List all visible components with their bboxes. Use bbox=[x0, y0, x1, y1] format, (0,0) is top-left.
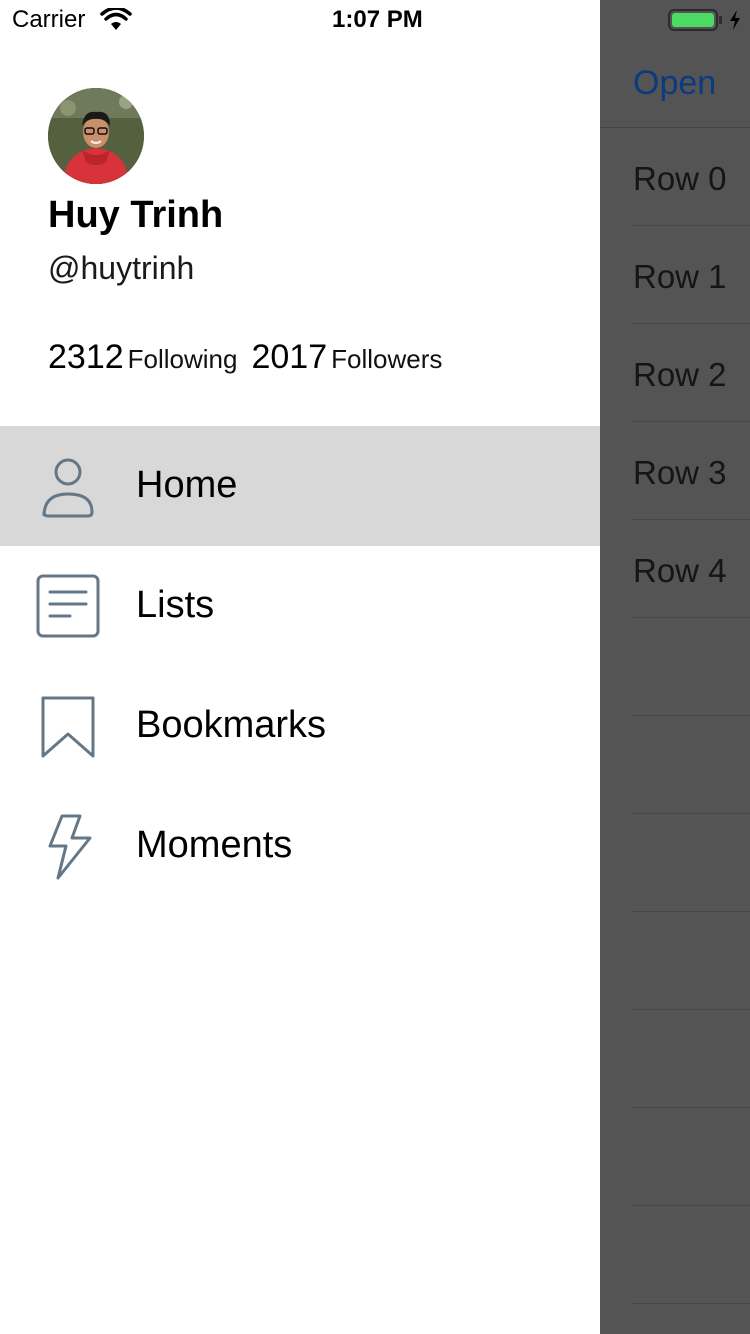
followers-label[interactable]: Followers bbox=[331, 344, 442, 374]
menu-item-label: Bookmarks bbox=[136, 704, 327, 746]
background-screen[interactable]: Open Row 0 Row 1 Row 2 Row 3 Row 4 bbox=[600, 0, 750, 1334]
table-row[interactable]: Row 0 bbox=[632, 128, 750, 226]
background-nav-bar: Open bbox=[600, 40, 750, 128]
menu-item-home[interactable]: Home bbox=[0, 426, 600, 546]
table-row[interactable] bbox=[632, 1206, 750, 1304]
side-drawer: Huy Trinh @huytrinh 2312 Following 2017 Fol… bbox=[0, 0, 600, 1334]
list-icon bbox=[34, 572, 102, 640]
bookmark-icon bbox=[34, 692, 102, 760]
status-bar: Carrier 1:07 PM bbox=[0, 0, 750, 40]
table-row-label: Row 2 bbox=[633, 356, 727, 393]
table-row[interactable] bbox=[632, 716, 750, 814]
table-row[interactable] bbox=[632, 618, 750, 716]
menu-item-moments[interactable]: Moments bbox=[0, 786, 600, 906]
menu-item-lists[interactable]: Lists bbox=[0, 546, 600, 666]
table-row[interactable]: Row 2 bbox=[632, 324, 750, 422]
profile-stats: 2312 Following 2017 Followers bbox=[48, 338, 456, 377]
menu-item-label: Lists bbox=[136, 584, 215, 626]
table-row[interactable]: Row 3 bbox=[632, 422, 750, 520]
table-row[interactable] bbox=[632, 1010, 750, 1108]
following-label[interactable]: Following bbox=[128, 344, 238, 374]
table-row[interactable]: Row 1 bbox=[632, 226, 750, 324]
battery-icon bbox=[668, 9, 724, 31]
table-row-label: Row 3 bbox=[633, 454, 727, 491]
menu-item-label: Home bbox=[136, 464, 238, 506]
menu-item-label: Moments bbox=[136, 824, 293, 866]
table-row[interactable] bbox=[632, 912, 750, 1010]
table-row[interactable] bbox=[632, 814, 750, 912]
open-button[interactable]: Open bbox=[633, 64, 716, 103]
status-time: 1:07 PM bbox=[332, 6, 423, 33]
person-icon bbox=[34, 452, 102, 520]
charging-icon bbox=[728, 9, 742, 31]
table-row-label: Row 4 bbox=[633, 552, 727, 589]
wifi-icon bbox=[100, 6, 132, 32]
carrier-label: Carrier bbox=[12, 6, 86, 33]
table-row[interactable]: Row 4 bbox=[632, 520, 750, 618]
profile-name: Huy Trinh bbox=[48, 194, 224, 236]
followers-count[interactable]: 2017 bbox=[251, 338, 327, 376]
following-count[interactable]: 2312 bbox=[48, 338, 124, 376]
drawer-menu: Home Lists Bookmarks Moments bbox=[0, 426, 600, 906]
profile-handle: @huytrinh bbox=[48, 250, 195, 286]
background-table: Row 0 Row 1 Row 2 Row 3 Row 4 bbox=[600, 128, 750, 1304]
table-row[interactable] bbox=[632, 1108, 750, 1206]
menu-item-bookmarks[interactable]: Bookmarks bbox=[0, 666, 600, 786]
table-row-label: Row 1 bbox=[633, 258, 727, 295]
table-row-label: Row 0 bbox=[633, 160, 727, 197]
lightning-icon bbox=[34, 812, 102, 880]
avatar[interactable] bbox=[48, 88, 144, 184]
